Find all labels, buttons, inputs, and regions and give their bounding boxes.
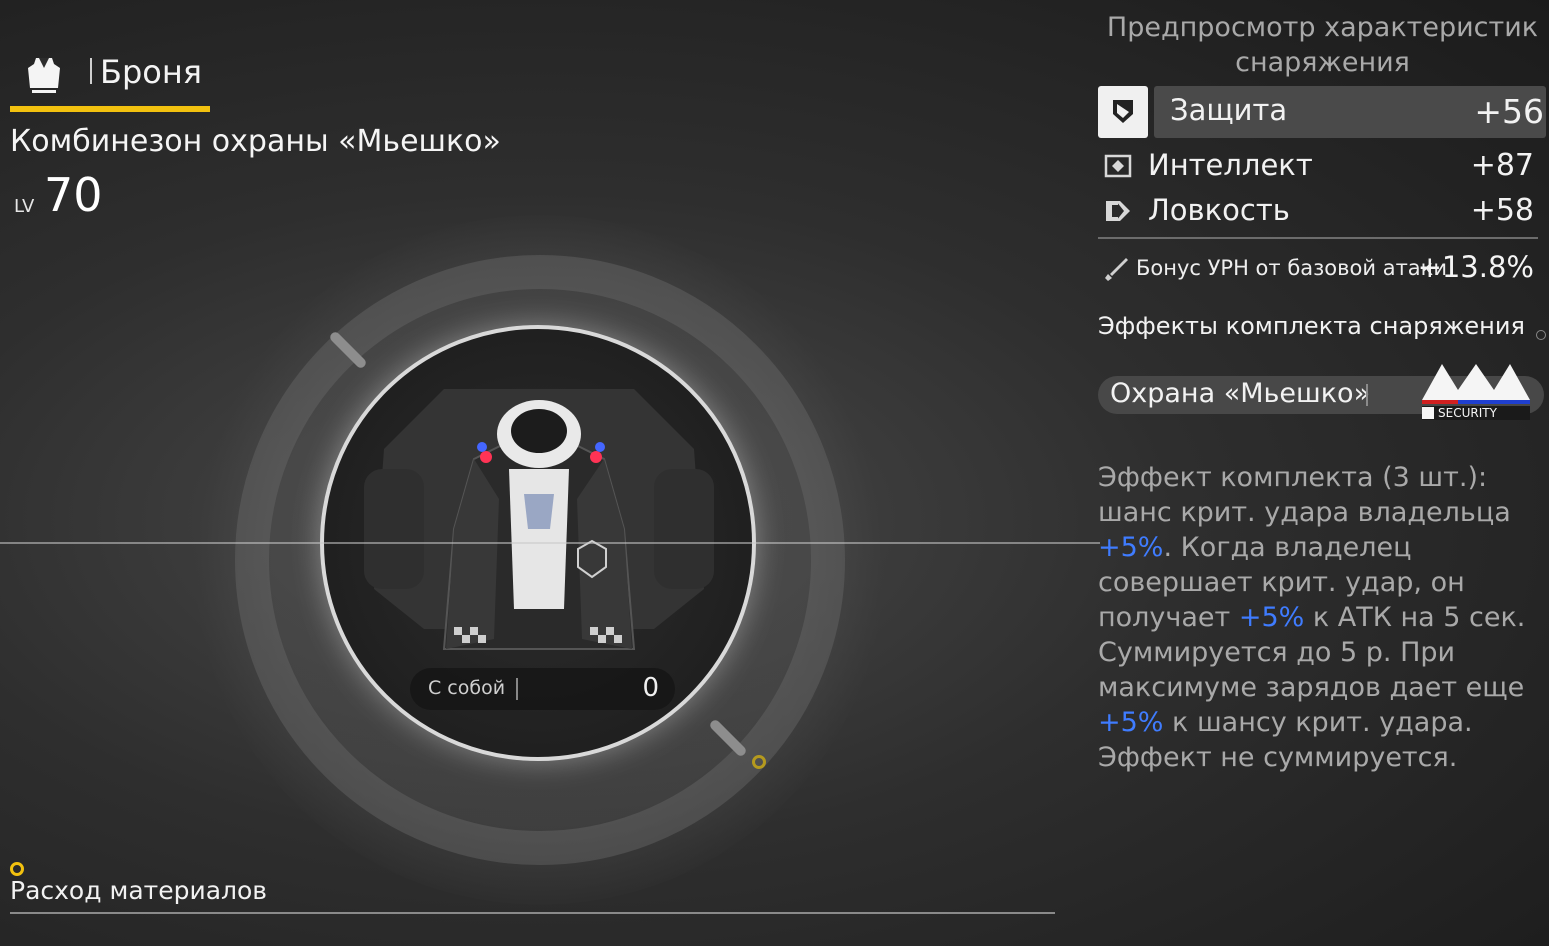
stat-name: Интеллект	[1148, 148, 1313, 182]
set-desc-highlight: +5%	[1098, 532, 1164, 563]
equipped-separator	[516, 678, 518, 700]
stat-row-intellect: Интеллект +87	[1098, 142, 1538, 190]
intellect-icon	[1104, 154, 1132, 178]
ring-dot	[752, 755, 766, 769]
stat-value: +58	[1470, 193, 1534, 228]
category-label: Броня	[100, 53, 203, 91]
equipped-value: 0	[642, 673, 659, 703]
stat-value: +87	[1470, 148, 1534, 183]
bonus-stat-row: Бонус УРН от базовой атаки +13.8%	[1098, 250, 1538, 290]
defense-icon-box	[1098, 86, 1148, 138]
security-logo-icon: SECURITY	[1418, 360, 1534, 432]
materials-divider	[10, 912, 1055, 914]
set-effect-description: Эффект комплекта (3 шт.): шанс крит. уда…	[1098, 460, 1544, 775]
set-effects-dot	[1536, 330, 1546, 340]
materials-indicator-icon	[10, 862, 24, 876]
bonus-name: Бонус УРН от базовой атаки	[1136, 256, 1448, 280]
shield-icon	[1113, 100, 1133, 123]
scan-line	[0, 542, 1100, 544]
stat-row-agility: Ловкость +58	[1098, 187, 1538, 235]
sword-icon	[1105, 258, 1128, 281]
category-underline	[10, 106, 210, 112]
bonus-value: +13.8%	[1417, 250, 1534, 284]
set-name: Охрана «Мьешко»	[1110, 378, 1371, 409]
stats-preview-title-line1: Предпросмотр характеристик	[1106, 12, 1539, 43]
stats-divider	[1098, 237, 1538, 239]
set-effects-title: Эффекты комплекта снаряжения	[1098, 312, 1525, 340]
level-prefix: LV	[14, 196, 35, 217]
set-desc-highlight: +5%	[1098, 707, 1164, 738]
item-showcase	[195, 215, 885, 905]
set-desc-highlight: +5%	[1238, 602, 1305, 633]
stat-row-defense: Защита +56	[1098, 86, 1546, 138]
stat-name: Ловкость	[1148, 193, 1290, 227]
set-logo-text: SECURITY	[1438, 406, 1498, 420]
item-name: Комбинезон охраны «Мьешко»	[10, 124, 501, 159]
header-separator	[90, 58, 92, 84]
set-name-separator	[1366, 384, 1368, 406]
stats-preview-title: Предпросмотр характеристик снаряжения	[1100, 10, 1545, 80]
armor-icon	[28, 58, 60, 93]
agility-icon	[1106, 201, 1130, 221]
set-desc-text: Эффект комплекта (3 шт.): шанс крит. уда…	[1098, 462, 1511, 528]
stat-value: +56	[1474, 92, 1544, 131]
equipped-count-bar: С собой 0	[410, 668, 675, 710]
level-value: 70	[44, 168, 103, 222]
materials-label[interactable]: Расход материалов	[10, 876, 267, 905]
equipped-label: С собой	[428, 677, 506, 699]
category-header: Броня	[10, 50, 210, 112]
stat-name: Защита	[1170, 93, 1288, 127]
stats-preview-title-line2: снаряжения	[1235, 47, 1410, 78]
